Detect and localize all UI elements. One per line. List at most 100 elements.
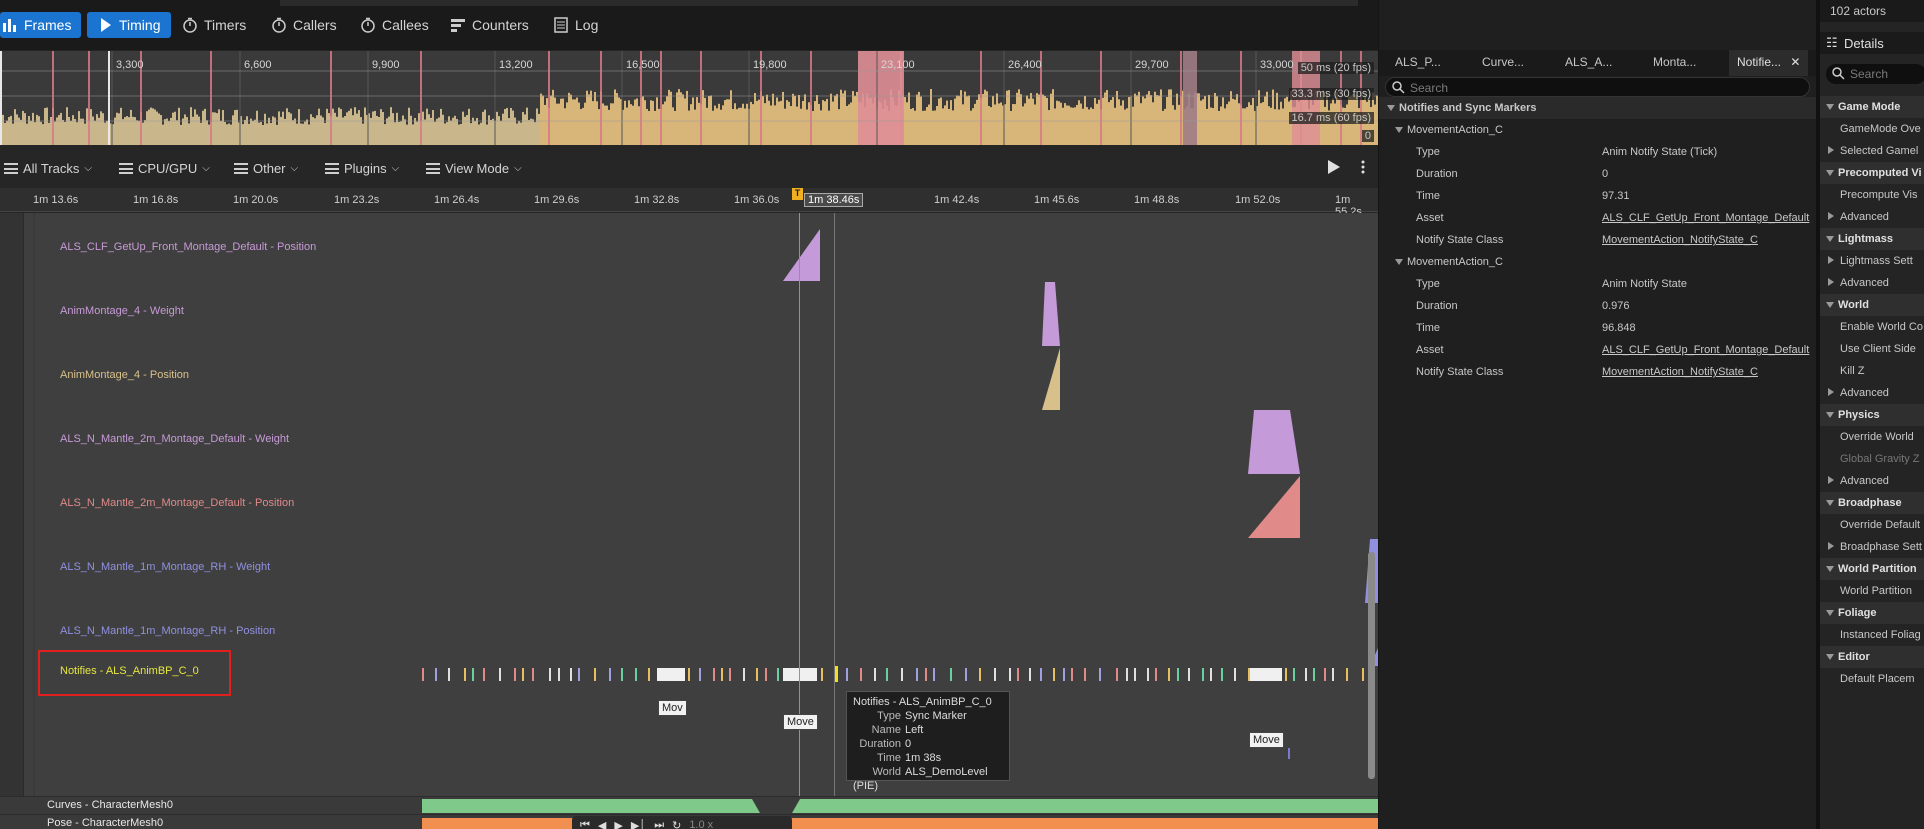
track-label[interactable]: ALS_N_Mantle_2m_Montage_Default - Weight <box>60 433 289 445</box>
frame-bar <box>1198 93 1200 145</box>
details-tab-active[interactable]: Notifie... ✕ <box>1729 50 1809 76</box>
world-subsection[interactable]: Advanced <box>1820 272 1924 294</box>
more-options-icon[interactable] <box>1360 159 1366 175</box>
step-back-icon[interactable]: ◀ <box>598 819 606 829</box>
frame-bar <box>498 116 500 145</box>
world-section-header[interactable]: World Partition <box>1820 558 1924 580</box>
notify-tag[interactable]: Move <box>1249 732 1284 748</box>
loop-icon[interactable]: ↻ <box>672 819 681 829</box>
details-group-header[interactable]: MovementAction_C <box>1379 119 1816 141</box>
frame-bar <box>452 117 454 145</box>
world-section-header[interactable]: Editor <box>1820 646 1924 668</box>
subsection-label: Broadphase Sett <box>1840 541 1922 553</box>
close-icon[interactable]: ✕ <box>1790 55 1800 69</box>
tracks-area[interactable]: ALS_CLF_GetUp_Front_Montage_Default - Po… <box>0 213 1378 829</box>
play-icon[interactable] <box>1326 159 1342 175</box>
frame-bar <box>444 123 446 145</box>
speed-label[interactable]: 1.0 x <box>689 819 713 829</box>
world-subsection[interactable]: Advanced <box>1820 206 1924 228</box>
tab-callees[interactable]: Callees <box>350 12 439 38</box>
frame-bar <box>686 90 688 145</box>
details-header[interactable]: Notifies and Sync Markers <box>1379 97 1816 119</box>
track-label[interactable]: ALS_N_Mantle_1m_Montage_RH - Position <box>60 625 275 637</box>
time-marker-flag[interactable]: T <box>792 188 803 200</box>
ruler-tick-label: 1m 16.8s <box>133 194 179 206</box>
world-section-header[interactable]: Broadphase <box>1820 492 1924 514</box>
world-subsection[interactable]: Advanced <box>1820 470 1924 492</box>
frame-bar <box>1114 107 1116 145</box>
world-section-header[interactable]: Lightmass <box>1820 228 1924 250</box>
frame-bar <box>540 93 542 145</box>
frames-viewport-box[interactable] <box>0 51 110 145</box>
frame-bar <box>844 90 846 145</box>
frame-bar <box>950 100 952 145</box>
notify-marker <box>925 668 927 681</box>
world-section-header[interactable]: Foliage <box>1820 602 1924 624</box>
track-label[interactable]: AnimMontage_4 - Weight <box>60 305 184 317</box>
frame-bar <box>266 123 268 145</box>
frame-bar <box>302 123 304 145</box>
time-ruler[interactable]: 1m 13.6s 1m 16.8s 1m 20.0s 1m 23.2s 1m 26.4s… <box>0 188 1378 218</box>
step-forward-icon[interactable]: ▶│ <box>631 819 646 829</box>
details-row-value[interactable]: MovementAction_NotifyState_C <box>1602 366 1758 378</box>
tracks-scrollbar[interactable] <box>1368 552 1375 779</box>
details-tab[interactable]: Curve... <box>1482 55 1524 69</box>
curves-track[interactable]: Curves - CharacterMesh0 <box>0 796 1378 814</box>
frame-bar <box>718 103 720 145</box>
details-tab[interactable]: ALS_P... <box>1395 55 1441 69</box>
frame-bar <box>492 118 494 145</box>
notify-tag[interactable]: Mov <box>658 700 687 716</box>
details-tab[interactable]: ALS_A... <box>1565 55 1612 69</box>
cpu-gpu-menu[interactable]: CPU/GPU ⌵ <box>119 157 210 179</box>
frame-bar <box>462 111 464 145</box>
details-tab[interactable]: Monta... <box>1653 55 1696 69</box>
other-menu[interactable]: Other ⌵ <box>234 157 298 179</box>
frame-bar <box>466 115 468 145</box>
details-search-input[interactable]: Search <box>1385 77 1810 97</box>
world-section-header[interactable]: Physics <box>1820 404 1924 426</box>
view-mode-menu[interactable]: View Mode ⌵ <box>426 157 522 179</box>
track-label[interactable]: ALS_N_Mantle_1m_Montage_RH - Weight <box>60 561 270 573</box>
notify-state-bar <box>657 668 685 681</box>
world-section-header[interactable]: Precomputed Vi <box>1820 162 1924 184</box>
skip-end-icon[interactable]: ⏭ <box>654 819 664 829</box>
notify-marker <box>558 668 560 681</box>
track-label[interactable]: ALS_CLF_GetUp_Front_Montage_Default - Po… <box>60 241 316 253</box>
details-tab-label: Notifie... <box>1737 55 1782 69</box>
tab-log[interactable]: Log <box>543 12 608 38</box>
world-subsection[interactable]: Advanced <box>1820 382 1924 404</box>
tab-timing[interactable]: Timing <box>87 12 171 38</box>
tab-timers[interactable]: Timers <box>172 12 256 38</box>
tab-frames[interactable]: Frames <box>0 12 82 38</box>
world-section-header[interactable]: World <box>1820 294 1924 316</box>
details-row-value[interactable]: ALS_CLF_GetUp_Front_Montage_Default <box>1602 212 1809 224</box>
frame-bar <box>650 100 652 145</box>
details-row-key: Asset <box>1416 344 1444 356</box>
frame-bar <box>1156 95 1158 145</box>
details-row-value[interactable]: ALS_CLF_GetUp_Front_Montage_Default <box>1602 344 1809 356</box>
frames-graph[interactable]: 3,300 6,600 9,900 13,200 16,500 19,800 23,100 2… <box>0 51 1378 145</box>
frame-bar <box>454 115 456 145</box>
frame-bar <box>662 104 664 145</box>
details-tabs: ALS_P... Curve... ALS_A... Monta... Noti… <box>1379 50 1816 76</box>
frame-bar <box>468 108 470 145</box>
play-icon[interactable]: ▶ <box>614 819 622 829</box>
all-tracks-menu[interactable]: All Tracks ⌵ <box>4 157 92 179</box>
details-group-header[interactable]: MovementAction_C <box>1379 251 1816 273</box>
details-row-value[interactable]: MovementAction_NotifyState_C <box>1602 234 1758 246</box>
frame-bar <box>588 94 590 145</box>
notify-tag[interactable]: Move <box>783 714 818 730</box>
frame-bar <box>634 99 636 145</box>
tab-callers[interactable]: Callers <box>261 12 347 38</box>
world-search-input[interactable]: Search <box>1826 64 1924 84</box>
world-subsection[interactable]: Lightmass Sett <box>1820 250 1924 272</box>
skip-start-icon[interactable]: ⏮ <box>580 819 590 829</box>
world-section-header[interactable]: Game Mode <box>1820 96 1924 118</box>
plugins-menu[interactable]: Plugins ⌵ <box>325 157 399 179</box>
track-label[interactable]: AnimMontage_4 - Position <box>60 369 189 381</box>
track-label[interactable]: ALS_N_Mantle_2m_Montage_Default - Positi… <box>60 497 294 509</box>
world-subsection[interactable]: Broadphase Sett <box>1820 536 1924 558</box>
tab-counters[interactable]: Counters <box>440 12 539 38</box>
world-subsection[interactable]: Selected Gamel <box>1820 140 1924 162</box>
frame-bar <box>832 101 834 145</box>
